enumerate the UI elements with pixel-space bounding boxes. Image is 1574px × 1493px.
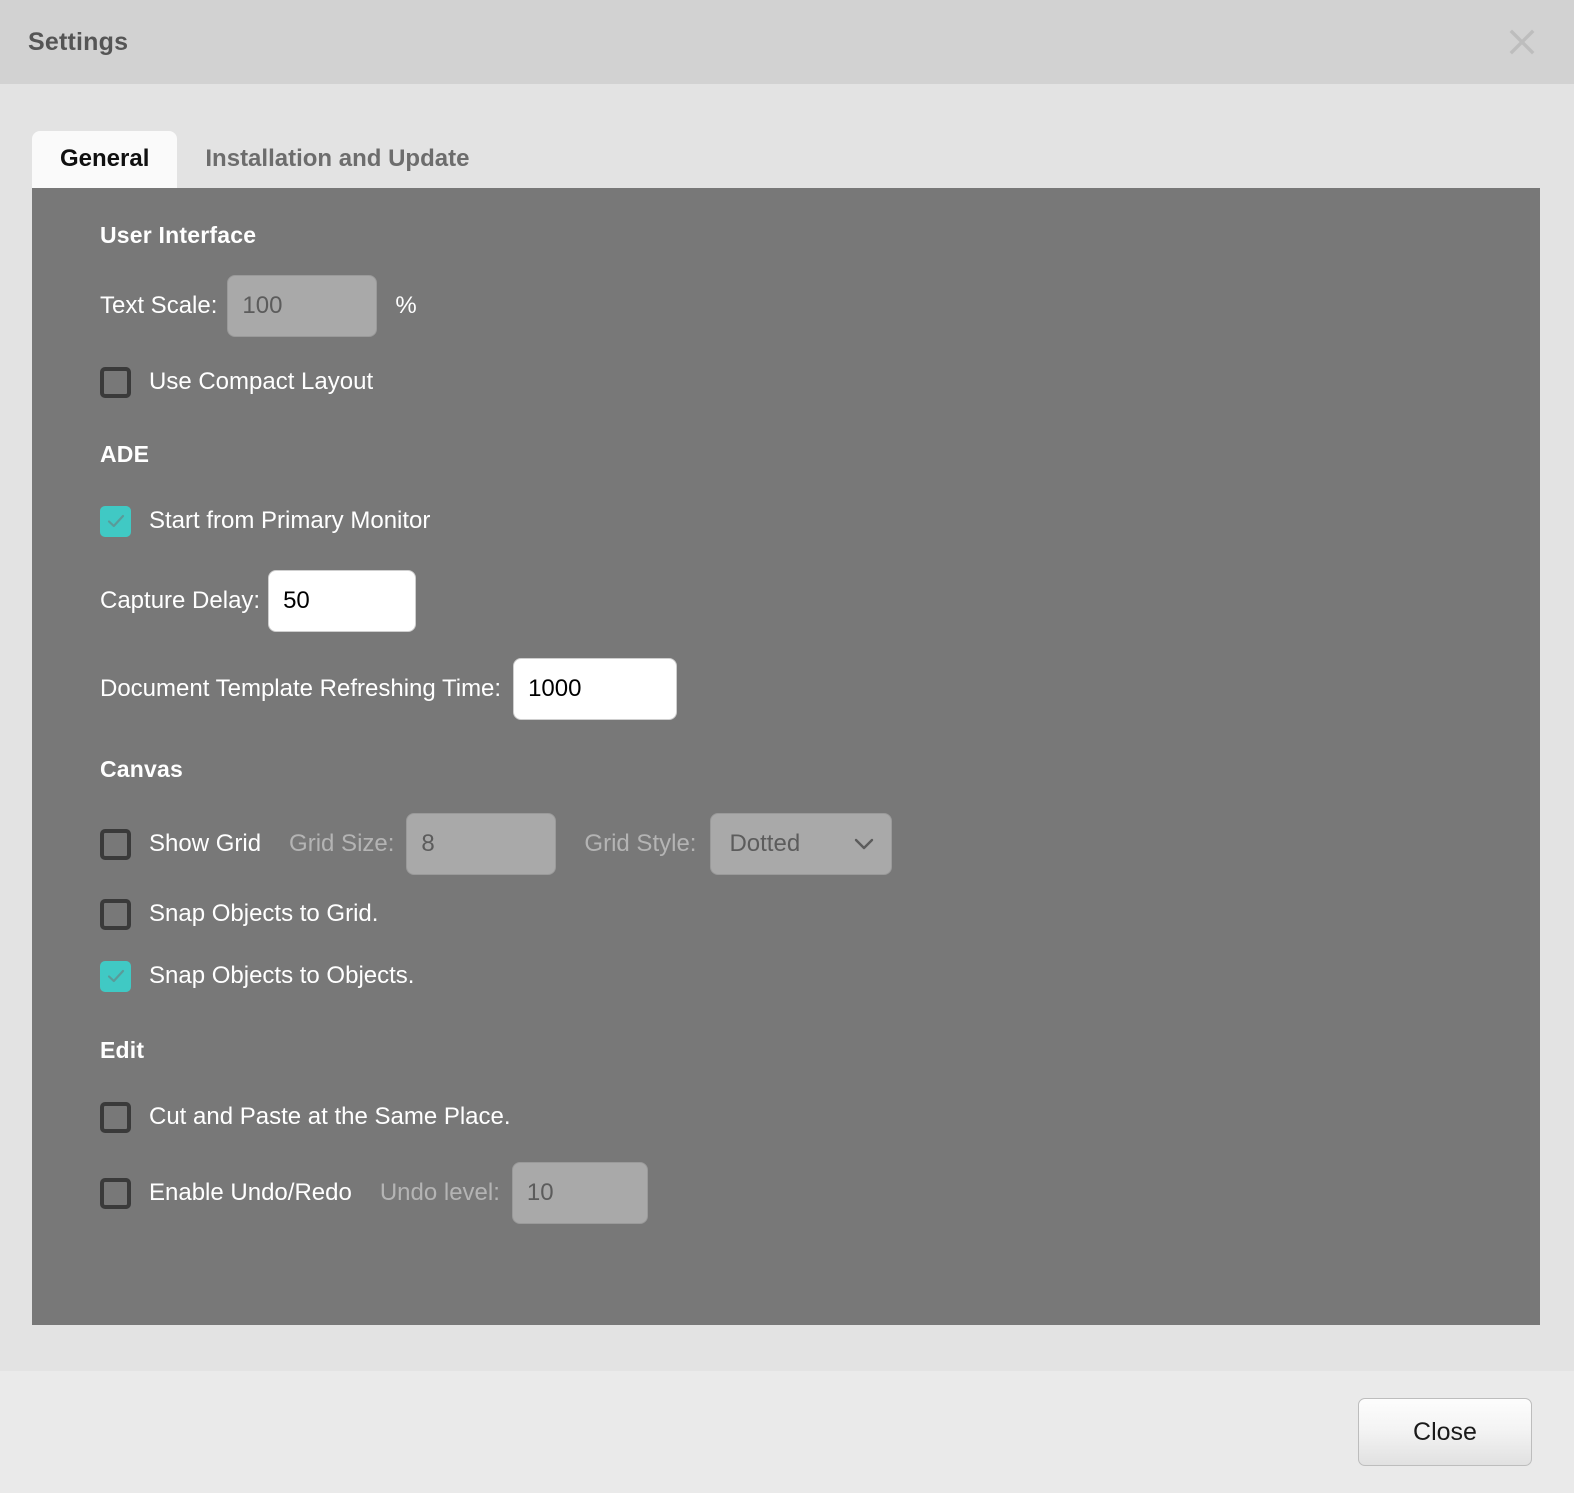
checkbox-show-grid[interactable] [100,828,131,860]
row-snap-objects-to-objects[interactable]: Snap Objects to Objects. [100,953,1540,999]
row-start-from-primary-monitor[interactable]: Start from Primary Monitor [100,498,1540,544]
text-scale-unit: % [395,292,417,319]
tabstrip: General Installation and Update [0,122,1574,188]
document-template-refreshing-time-label: Document Template Refreshing Time: [100,675,502,702]
window-title: Settings [28,27,129,56]
section-title-edit: Edit [100,1037,145,1063]
checkbox-cut-and-paste-same-place[interactable] [100,1101,131,1133]
capture-delay-input[interactable] [268,570,417,632]
section-title-ade: ADE [100,441,150,467]
window-titlebar: Settings [0,0,1574,84]
cut-and-paste-same-place-label: Cut and Paste at the Same Place. [149,1103,511,1130]
checkbox-start-from-primary-monitor[interactable] [100,505,131,537]
start-from-primary-monitor-label: Start from Primary Monitor [149,507,431,534]
checkbox-use-compact-layout[interactable] [100,366,131,398]
snap-objects-to-grid-label: Snap Objects to Grid. [149,900,379,927]
row-use-compact-layout[interactable]: Use Compact Layout [100,359,1540,405]
checkbox-enable-undo-redo[interactable] [100,1177,131,1209]
tab-installation-and-update[interactable]: Installation and Update [177,131,497,188]
text-scale-label: Text Scale: [100,292,218,319]
undo-level-label: Undo level: [379,1179,500,1206]
snap-objects-to-objects-label: Snap Objects to Objects. [149,962,415,989]
use-compact-layout-label: Use Compact Layout [149,368,374,395]
row-capture-delay: Capture Delay: [100,570,1540,632]
checkbox-snap-objects-to-objects[interactable] [100,960,131,992]
footer-spacer [0,1325,1574,1371]
close-button[interactable]: Close [1358,1398,1532,1466]
row-document-template-refreshing-time: Document Template Refreshing Time: [100,658,1540,720]
chevron-down-icon [853,837,875,851]
enable-undo-redo-label: Enable Undo/Redo [149,1179,352,1206]
tabstrip-area: General Installation and Update [0,84,1574,188]
dialog-footer: Close [0,1371,1574,1493]
row-show-grid: Show Grid Grid Size: Grid Style: Dotted [100,813,1540,875]
row-snap-objects-to-grid[interactable]: Snap Objects to Grid. [100,891,1540,937]
grid-style-select[interactable]: Dotted [710,813,893,875]
grid-style-selected-value: Dotted [729,830,801,857]
text-scale-input[interactable] [227,275,378,337]
close-icon[interactable] [1500,20,1544,64]
grid-size-label: Grid Size: [289,830,395,857]
section-title-user-interface: User Interface [100,222,257,248]
settings-panel-wrapper: User Interface Text Scale: % Use Compact… [0,188,1574,1325]
grid-size-input[interactable] [406,813,557,875]
row-text-scale: Text Scale: % [100,275,1540,337]
show-grid-label: Show Grid [149,830,262,857]
settings-panel: User Interface Text Scale: % Use Compact… [32,188,1540,1325]
document-template-refreshing-time-input[interactable] [513,658,678,720]
checkbox-snap-objects-to-grid[interactable] [100,898,131,930]
grid-style-label: Grid Style: [584,830,697,857]
undo-level-input[interactable] [511,1162,648,1224]
tab-general[interactable]: General [32,131,178,188]
row-cut-and-paste-same-place[interactable]: Cut and Paste at the Same Place. [100,1094,1540,1140]
row-enable-undo-redo: Enable Undo/Redo Undo level: [100,1162,1540,1224]
section-title-canvas: Canvas [100,756,184,782]
capture-delay-label: Capture Delay: [100,587,261,614]
